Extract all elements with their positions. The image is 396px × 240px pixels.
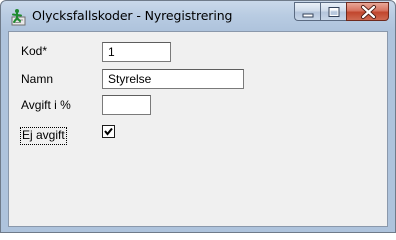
application-window: Olycksfallskoder - Nyregistrering Kod* 1… [0, 0, 396, 233]
close-icon [361, 5, 376, 19]
kod-input[interactable]: 1 [102, 42, 171, 62]
ej-avgift-checkbox[interactable] [102, 125, 115, 138]
close-button[interactable] [346, 2, 389, 21]
maximize-icon [328, 7, 340, 17]
namn-label: Namn [21, 72, 54, 86]
namn-input[interactable]: Styrelse [102, 69, 244, 89]
caption-buttons [294, 2, 389, 22]
maximize-button[interactable] [320, 2, 346, 21]
form-panel: Kod* 1 Namn Styrelse Avgift i % Ej avgif… [8, 31, 388, 227]
window-title: Olycksfallskoder - Nyregistrering [32, 8, 233, 23]
avgift-input[interactable] [102, 95, 151, 115]
checkmark-icon [104, 127, 113, 136]
avgift-label: Avgift i % [21, 98, 71, 112]
kod-label: Kod* [21, 44, 48, 58]
app-icon[interactable] [9, 8, 27, 26]
minimize-button[interactable] [294, 2, 320, 21]
minimize-icon [302, 13, 314, 18]
title-bar[interactable]: Olycksfallskoder - Nyregistrering [1, 1, 395, 31]
ej-avgift-label[interactable]: Ej avgift [20, 127, 67, 145]
